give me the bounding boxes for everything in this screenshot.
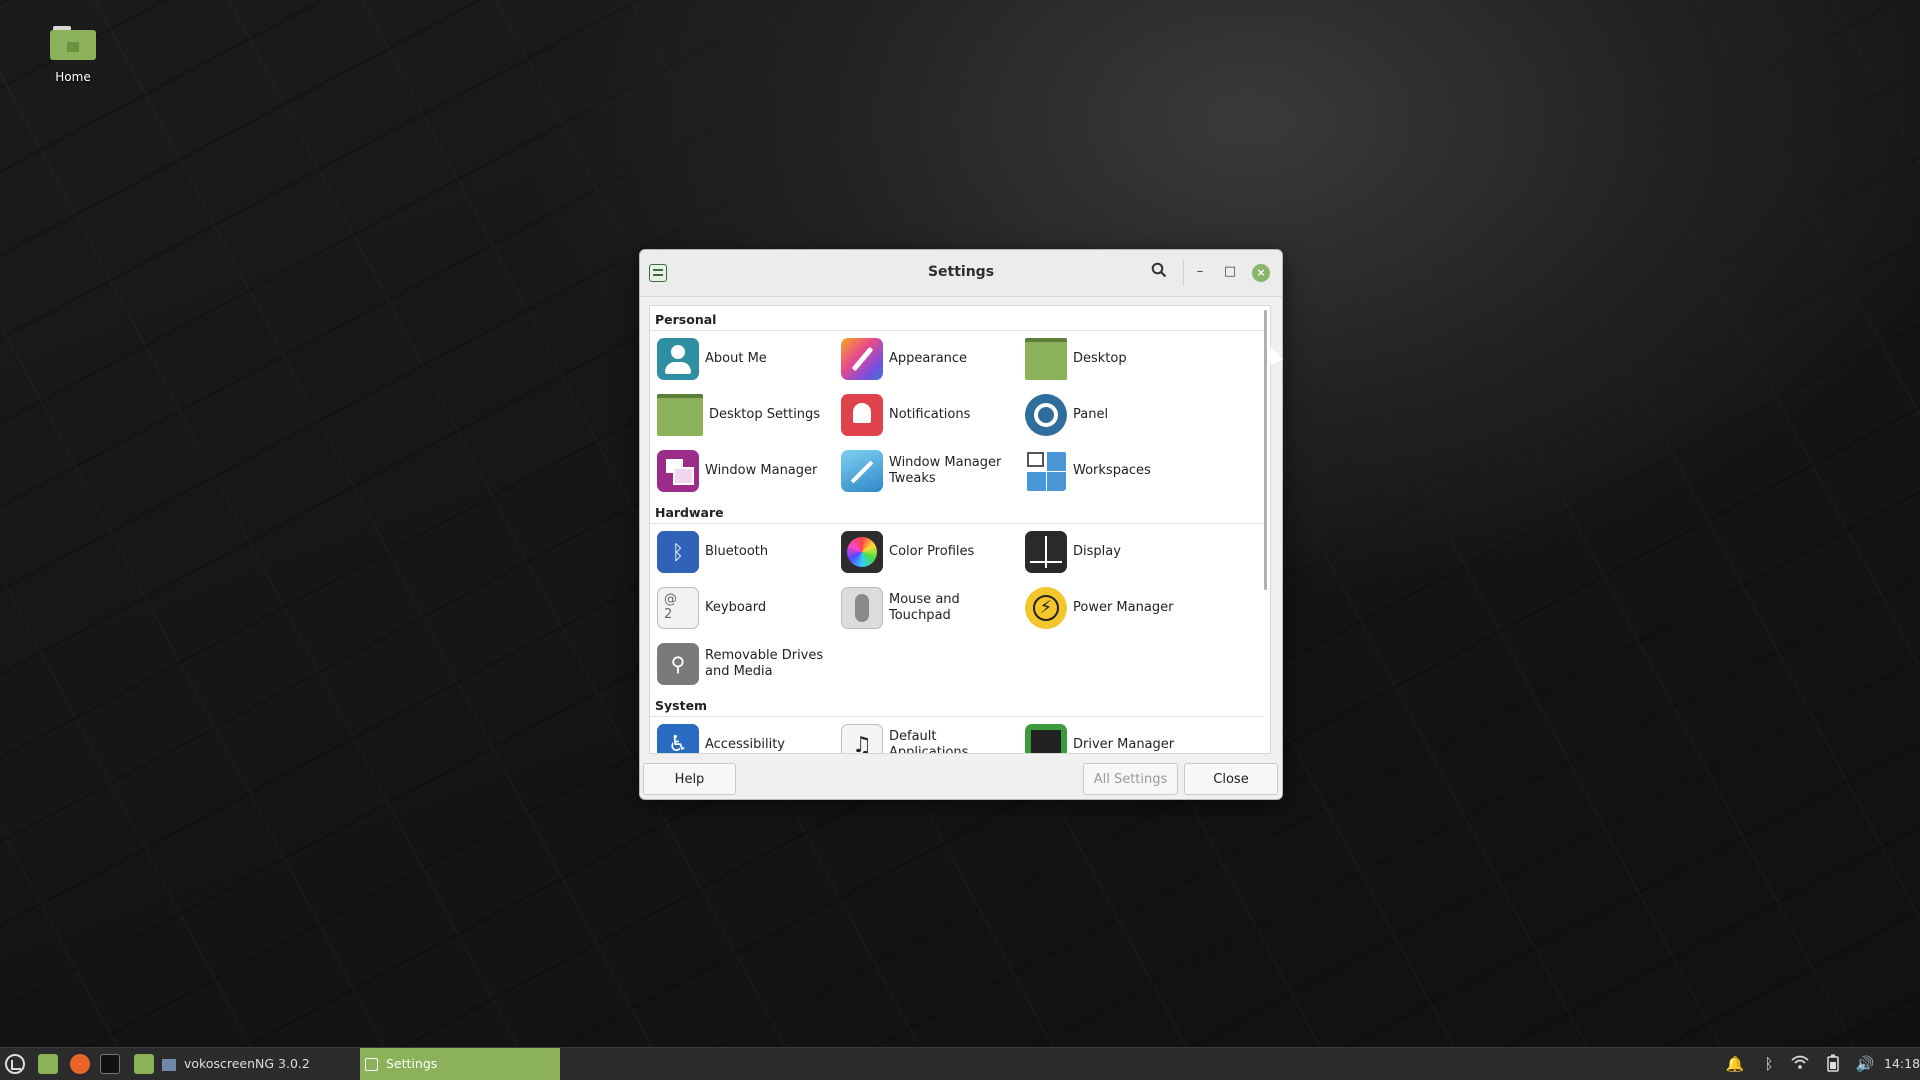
setting-label: Desktop	[1073, 351, 1127, 366]
setting-notifications[interactable]: Notifications	[834, 387, 1018, 443]
desktop-home-icon[interactable]: Home	[40, 26, 106, 84]
bluetooth-tray-icon[interactable]: ᛒ	[1759, 1054, 1779, 1074]
setting-label: Bluetooth	[705, 544, 769, 559]
wifi-icon[interactable]	[1790, 1054, 1810, 1074]
bluetooth-icon: ᛒ	[657, 531, 699, 573]
setting-label: Accessibility	[705, 737, 785, 752]
setting-label: Window Manager	[705, 463, 818, 478]
keyboard-icon: @2	[657, 587, 699, 629]
section-personal: Personal About Me Appearance Desktop Des…	[650, 306, 1270, 499]
firefox-icon[interactable]	[70, 1054, 90, 1074]
clock[interactable]: 14:18	[1884, 1048, 1920, 1080]
setting-bluetooth[interactable]: ᛒ Bluetooth	[650, 524, 834, 580]
setting-about-me[interactable]: About Me	[650, 331, 834, 387]
titlebar-separator	[1183, 260, 1184, 286]
accessibility-icon: ♿	[657, 724, 699, 753]
task-label: Settings	[386, 1056, 438, 1071]
window-manager-icon	[657, 450, 699, 492]
section-hardware: Hardware ᛒ Bluetooth Color Profiles Disp…	[650, 499, 1270, 692]
close-button[interactable]: Close	[1184, 763, 1278, 795]
help-button[interactable]: Help	[643, 763, 736, 795]
settings-content[interactable]: Personal About Me Appearance Desktop Des…	[649, 305, 1271, 754]
setting-label: Window Manager Tweaks	[889, 455, 1002, 486]
taskbar: vokoscreenNG 3.0.2 Settings 🔔 ᛒ 🔊 14:18	[0, 1047, 1920, 1080]
window-title: Settings	[927, 264, 995, 280]
notifications-icon[interactable]: 🔔	[1725, 1054, 1745, 1074]
task-settings[interactable]: Settings	[360, 1048, 560, 1080]
user-icon	[657, 338, 699, 380]
close-window-button[interactable]: ×	[1252, 264, 1270, 282]
bell-icon	[841, 394, 883, 436]
workspaces-icon	[1025, 450, 1067, 492]
setting-label: Keyboard	[705, 600, 767, 615]
setting-label: Color Profiles	[889, 544, 975, 559]
display-icon	[1025, 531, 1067, 573]
setting-removable-drives[interactable]: ⚲ Removable Drives and Media	[650, 636, 834, 692]
section-system: System ♿ Accessibility ♫ Default Applica…	[650, 692, 1270, 754]
setting-display[interactable]: Display	[1018, 524, 1202, 580]
brush-icon	[841, 338, 883, 380]
task-vokoscreen[interactable]: vokoscreenNG 3.0.2	[162, 1048, 310, 1080]
wand-icon	[841, 450, 883, 492]
chip-icon	[1025, 724, 1067, 753]
setting-label: Display	[1073, 544, 1121, 559]
section-title: Personal	[650, 306, 1264, 331]
setting-desktop[interactable]: Desktop	[1018, 331, 1202, 387]
setting-label: Desktop Settings	[709, 407, 821, 422]
title-bar[interactable]: Settings – □ ×	[640, 250, 1282, 297]
mouse-icon	[841, 587, 883, 629]
desktop-settings-icon	[657, 394, 703, 436]
setting-appearance[interactable]: Appearance	[834, 331, 1018, 387]
search-icon	[1151, 262, 1167, 278]
show-desktop-icon[interactable]	[38, 1054, 58, 1074]
volume-icon[interactable]: 🔊	[1855, 1054, 1875, 1074]
setting-color-profiles[interactable]: Color Profiles	[834, 524, 1018, 580]
color-wheel-icon	[841, 531, 883, 573]
setting-label: Appearance	[889, 351, 968, 366]
setting-label: Workspaces	[1073, 463, 1151, 478]
setting-label: About Me	[705, 351, 767, 366]
section-title: System	[650, 692, 1264, 717]
button-bar: Help All Settings Close	[640, 757, 1282, 799]
setting-driver-manager[interactable]: Driver Manager	[1018, 717, 1202, 753]
desktop-icon-label: Home	[55, 70, 91, 84]
setting-label: Removable Drives and Media	[705, 648, 824, 679]
setting-label: Mouse and Touchpad	[889, 592, 960, 623]
folder-home-icon	[50, 26, 96, 60]
desktop-icon	[1025, 338, 1067, 380]
terminal-icon[interactable]	[100, 1054, 120, 1074]
settings-task-icon	[365, 1058, 378, 1071]
setting-desktop-settings[interactable]: Desktop Settings	[650, 387, 834, 443]
setting-window-manager[interactable]: Window Manager	[650, 443, 834, 499]
setting-mouse-touchpad[interactable]: Mouse and Touchpad	[834, 580, 1018, 636]
minimize-button[interactable]: –	[1190, 262, 1210, 282]
setting-label: Driver Manager	[1073, 737, 1175, 752]
screen-recorder-icon	[162, 1058, 176, 1071]
setting-panel[interactable]: Panel	[1018, 387, 1202, 443]
settings-window: Settings – □ × Personal About Me Appeara…	[639, 249, 1283, 800]
setting-keyboard[interactable]: @2 Keyboard	[650, 580, 834, 636]
menu-icon[interactable]	[5, 1054, 25, 1074]
music-note-icon: ♫	[841, 724, 883, 753]
all-settings-button[interactable]: All Settings	[1083, 763, 1178, 795]
setting-power-manager[interactable]: ⚡ Power Manager	[1018, 580, 1202, 636]
search-button[interactable]	[1148, 262, 1170, 284]
setting-window-manager-tweaks[interactable]: Window Manager Tweaks	[834, 443, 1018, 499]
maximize-button[interactable]: □	[1220, 262, 1240, 282]
panel-icon	[1025, 394, 1067, 436]
task-label: vokoscreenNG 3.0.2	[184, 1056, 310, 1071]
usb-icon: ⚲	[657, 643, 699, 685]
setting-accessibility[interactable]: ♿ Accessibility	[650, 717, 834, 753]
setting-label: Power Manager	[1073, 600, 1174, 615]
setting-label: Notifications	[889, 407, 971, 422]
battery-icon[interactable]	[1823, 1054, 1843, 1074]
power-icon: ⚡	[1025, 587, 1067, 629]
setting-label: Panel	[1073, 407, 1109, 422]
section-title: Hardware	[650, 499, 1264, 524]
setting-workspaces[interactable]: Workspaces	[1018, 443, 1202, 499]
files-icon[interactable]	[134, 1054, 154, 1074]
setting-default-applications[interactable]: ♫ Default Applications	[834, 717, 1018, 754]
setting-label: Default Applications	[889, 729, 969, 754]
